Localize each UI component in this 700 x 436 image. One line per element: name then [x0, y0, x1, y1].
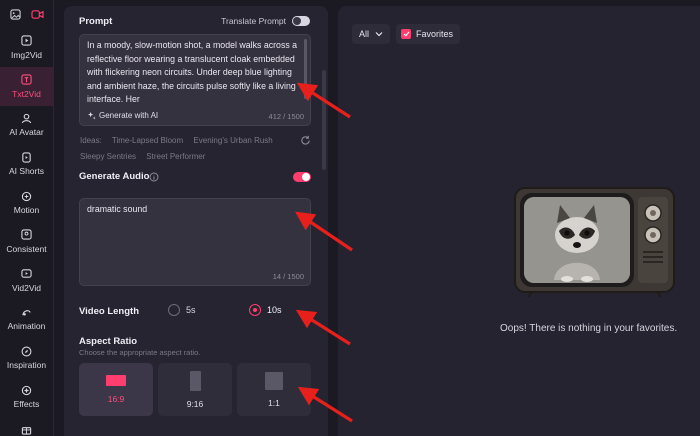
effects-icon	[21, 384, 33, 396]
ratio-option-1-1[interactable]: 1:1	[237, 363, 311, 416]
sidebar-top	[0, 0, 53, 28]
ratio-9-16-shape	[189, 370, 201, 391]
consistent-icon	[21, 229, 33, 241]
favorites-label: Favorites	[416, 29, 454, 39]
audio-counter: 14 / 1500	[272, 272, 304, 281]
aspect-ratio-subtitle: Choose the appropriate aspect ratio.	[79, 348, 201, 357]
sidebar-item-label: AI Avatar	[9, 127, 44, 138]
sidebar-item-label: Inspiration	[6, 360, 47, 371]
filter-dropdown[interactable]: All	[352, 24, 390, 44]
sidebar-item-label: Consistent	[6, 243, 47, 254]
sidebar-item-img2vid[interactable]: Img2Vid	[0, 28, 53, 67]
sidebar-item-label: AI Shorts	[9, 166, 44, 177]
translate-prompt-control: Translate Prompt	[221, 16, 310, 26]
sidebar-item-label: Txt2Vid	[12, 88, 41, 99]
idea-chip[interactable]: Sleepy Sentries	[80, 152, 136, 161]
sidebar-item-effects[interactable]: Effects	[0, 377, 53, 416]
empty-favorites-message: Oops! There is nothing in your favorites…	[500, 323, 678, 334]
image-icon[interactable]	[8, 7, 22, 21]
audio-textarea[interactable]: dramatic sound 14 / 1500	[79, 198, 311, 286]
radio-10s[interactable]	[249, 304, 261, 316]
ratio-16-9-shape	[106, 375, 126, 386]
prompt-text: In a moody, slow-motion shot, a model wa…	[87, 40, 298, 105]
length-option-10s[interactable]: 10s	[249, 304, 282, 316]
gift-icon	[21, 424, 33, 436]
refresh-ideas-icon[interactable]	[300, 135, 311, 146]
idea-chip[interactable]: Time-Lapsed Bloom	[112, 136, 183, 145]
prompt-counter: 412 / 1500	[268, 112, 304, 121]
ratio-16-9-label: 16:9	[107, 394, 125, 404]
sidebar-item-label: Img2Vid	[10, 49, 43, 60]
generate-audio-toggle[interactable]	[293, 172, 311, 182]
sidebar-item-consistent[interactable]: Consistent	[0, 222, 53, 261]
info-icon[interactable]	[149, 172, 159, 182]
sidebar-item-label: Effects	[13, 399, 40, 410]
prompt-textarea[interactable]: In a moody, slow-motion shot, a model wa…	[79, 34, 311, 126]
idea-chip[interactable]: Street Performer	[146, 152, 205, 161]
avatar-icon	[21, 112, 33, 124]
compass-icon	[21, 345, 33, 357]
audio-text: dramatic sound	[87, 204, 148, 214]
ratio-9-16-label: 9:16	[186, 398, 204, 409]
vid2vid-icon	[21, 268, 33, 280]
generate-with-ai-label: Generate with AI	[99, 111, 159, 120]
sidebar-item-animation[interactable]: Animation	[0, 300, 53, 339]
ratio-option-16-9[interactable]: 16:9	[79, 363, 153, 416]
generation-panel: Prompt Translate Prompt In a moody, slow…	[64, 6, 328, 436]
sidebar-item-motion[interactable]: Motion	[0, 183, 53, 222]
video-length-title: Video Length	[79, 306, 139, 317]
filter-value: All	[359, 29, 370, 39]
idea-chip[interactable]: Evening's Urban Rush	[193, 136, 272, 145]
translate-prompt-label: Translate Prompt	[221, 16, 286, 26]
text-video-icon	[21, 74, 33, 86]
sidebar-item-ai-avatar[interactable]: AI Avatar	[0, 106, 53, 145]
length-10s-label: 10s	[267, 305, 282, 315]
empty-state-illustration	[514, 187, 675, 297]
sidebar-item-txt2vid[interactable]: Txt2Vid	[0, 66, 53, 106]
sparkle-icon	[87, 111, 96, 120]
sidebar-item-label: Vid2Vid	[12, 282, 41, 293]
motion-icon	[21, 190, 33, 202]
ratio-option-9-16[interactable]: 9:16	[158, 363, 232, 416]
sidebar-item-more[interactable]	[0, 416, 53, 436]
shorts-icon	[21, 151, 33, 163]
length-5s-label: 5s	[186, 305, 196, 315]
sidebar-item-inspiration[interactable]: Inspiration	[0, 338, 53, 377]
prompt-title: Prompt	[79, 16, 113, 27]
radio-5s[interactable]	[168, 304, 180, 316]
image-video-icon	[21, 35, 33, 47]
length-option-5s[interactable]: 5s	[168, 304, 196, 316]
panel-scrollbar[interactable]	[322, 70, 326, 170]
sidebar-item-label: Animation	[7, 321, 46, 332]
generate-audio-title: Generate Audio	[79, 171, 150, 182]
sidebar-item-ai-shorts[interactable]: AI Shorts	[0, 144, 53, 183]
ideas-label: Ideas:	[80, 136, 102, 145]
aspect-ratio-title: Aspect Ratio	[79, 336, 138, 347]
ratio-1-1-shape	[265, 371, 283, 390]
chevron-down-icon	[375, 32, 383, 37]
raccoon-image	[524, 197, 630, 283]
animation-icon	[21, 306, 33, 318]
favorites-filter[interactable]: Favorites	[396, 24, 460, 44]
prompt-ideas: Ideas: Time-Lapsed Bloom Evening's Urban…	[80, 133, 320, 165]
video-camera-icon[interactable]	[31, 7, 45, 21]
sidebar: Img2Vid Txt2Vid AI Avatar AI Shorts Moti…	[0, 0, 54, 436]
sidebar-item-vid2vid[interactable]: Vid2Vid	[0, 261, 53, 300]
translate-prompt-toggle[interactable]	[292, 16, 310, 26]
ratio-1-1-label: 1:1	[268, 397, 280, 408]
generate-with-ai-button[interactable]: Generate with AI	[87, 111, 158, 120]
sidebar-item-label: Motion	[13, 205, 40, 216]
prompt-scrollbar[interactable]	[304, 39, 307, 99]
favorites-checkbox[interactable]	[401, 29, 411, 39]
